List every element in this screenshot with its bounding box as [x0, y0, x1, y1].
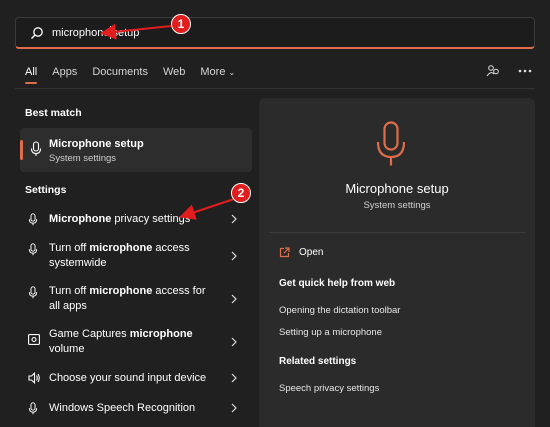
chevron-down-icon: ⌄: [228, 68, 236, 77]
speaker-icon: [28, 372, 40, 384]
settings-item-label: Game Captures microphone volume: [49, 327, 209, 357]
settings-item-label: Turn off microphone access systemwide: [49, 241, 199, 271]
label-rest: volume: [49, 343, 85, 355]
chevron-right-icon: [231, 214, 237, 224]
best-match-subtitle: System settings: [49, 153, 117, 164]
label-rest: privacy settings: [111, 213, 191, 225]
related-link-speech-privacy[interactable]: Speech privacy settings: [279, 383, 379, 394]
settings-item-label: Choose your sound input device: [49, 372, 207, 384]
settings-item-game-captures-volume[interactable]: Game Captures microphone volume: [20, 327, 252, 357]
label-pre: Game Captures: [49, 328, 130, 340]
microphone-icon: [30, 141, 42, 156]
settings-item-label: Windows Speech Recognition: [49, 402, 196, 414]
microphone-icon: [376, 121, 406, 166]
settings-item-sound-input-device[interactable]: Choose your sound input device: [20, 370, 252, 386]
search-query-rest: setup: [112, 26, 140, 39]
detail-subtitle: System settings: [363, 200, 431, 211]
microphone-icon: [28, 286, 38, 299]
search-icon: [31, 26, 43, 39]
tab-more-label: More: [200, 66, 226, 78]
search-bar[interactable]: microphone setup: [15, 17, 535, 49]
settings-item-speech-recognition[interactable]: Windows Speech Recognition: [20, 400, 252, 416]
top-actions: [486, 64, 532, 78]
label-bold: Microphone: [49, 213, 112, 225]
label-bold: microphone: [89, 242, 153, 254]
best-match-title: Microphone setup: [49, 138, 144, 150]
chevron-right-icon: [231, 373, 237, 383]
open-external-icon: [279, 247, 290, 258]
settings-item-mic-access-all-apps[interactable]: Turn off microphone access for all apps: [20, 284, 252, 314]
text-cursor: [110, 26, 112, 39]
chevron-right-icon: [231, 337, 237, 347]
help-link-setting-up-microphone[interactable]: Setting up a microphone: [279, 327, 382, 338]
divider: [15, 88, 535, 89]
filter-tabs: All Apps Documents Web More ⌄: [25, 66, 250, 84]
settings-item-microphone-privacy[interactable]: Microphone privacy settings: [20, 211, 252, 227]
tab-apps[interactable]: Apps: [52, 66, 77, 78]
label-pre: Turn off: [49, 285, 90, 297]
tab-all[interactable]: All: [25, 66, 38, 84]
tab-more[interactable]: More ⌄: [200, 66, 235, 78]
search-query-term: microphone: [52, 26, 110, 39]
open-label: Open: [299, 247, 324, 258]
divider: [269, 232, 525, 233]
annotation-marker-1: 1: [171, 14, 191, 34]
account-switch-icon[interactable]: [486, 64, 500, 78]
label-bold: microphone: [89, 285, 153, 297]
microphone-icon: [28, 243, 38, 256]
settings-item-label: Microphone privacy settings: [49, 212, 219, 227]
settings-item-label: Turn off microphone access for all apps: [49, 284, 214, 314]
best-match-item[interactable]: Microphone setup System settings: [20, 128, 252, 172]
quick-help-heading: Get quick help from web: [279, 278, 396, 289]
microphone-icon: [28, 213, 38, 226]
microphone-icon: [28, 402, 38, 415]
help-link-dictation-toolbar[interactable]: Opening the dictation toolbar: [279, 305, 400, 316]
label-pre: Turn off: [49, 242, 90, 254]
detail-title: Microphone setup: [345, 181, 449, 196]
settings-item-mic-access-systemwide[interactable]: Turn off microphone access systemwide: [20, 241, 252, 271]
related-settings-heading: Related settings: [279, 356, 357, 367]
best-match-heading: Best match: [25, 107, 82, 119]
annotation-marker-2: 2: [231, 183, 251, 203]
more-options-icon[interactable]: [518, 68, 532, 74]
game-capture-icon: [28, 334, 40, 345]
open-button[interactable]: Open: [279, 247, 323, 258]
settings-heading: Settings: [25, 184, 67, 196]
selection-indicator: [20, 140, 23, 160]
detail-panel: Microphone setup System settings Open Ge…: [259, 98, 535, 427]
label-bold: microphone: [129, 328, 193, 340]
tab-documents[interactable]: Documents: [92, 66, 148, 78]
tab-web[interactable]: Web: [163, 66, 185, 78]
chevron-right-icon: [231, 403, 237, 413]
chevron-right-icon: [231, 294, 237, 304]
chevron-right-icon: [231, 251, 237, 261]
